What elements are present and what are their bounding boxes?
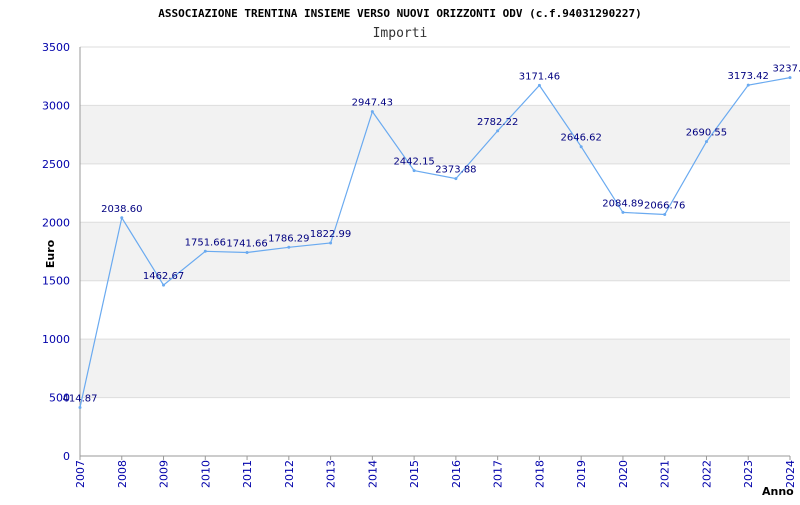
x-tick-label: 2024	[784, 460, 797, 488]
y-tick-label: 3000	[42, 99, 70, 112]
data-label: 2084.89	[602, 198, 643, 209]
data-label: 2066.76	[644, 200, 685, 211]
data-point	[329, 241, 332, 244]
x-tick-label: 2013	[325, 460, 338, 488]
data-label: 2947.43	[352, 98, 393, 109]
x-tick-label: 2020	[617, 460, 630, 488]
y-tick-label: 2500	[42, 158, 70, 171]
data-point	[621, 211, 624, 214]
x-tick-label: 2017	[492, 460, 505, 488]
y-tick-label: 2000	[42, 216, 70, 229]
data-point	[79, 406, 82, 409]
data-point	[413, 169, 416, 172]
data-label: 2782.22	[477, 117, 518, 128]
x-tick-label: 2023	[742, 460, 755, 488]
data-point	[246, 251, 249, 254]
data-point	[580, 145, 583, 148]
chart-container: 0500100015002000250030003500 20072008200…	[0, 0, 800, 500]
data-label: 3171.46	[519, 71, 560, 82]
y-tick-label: 3500	[42, 41, 70, 54]
data-point	[162, 284, 165, 287]
data-label: 2690.55	[686, 128, 727, 139]
y-tick-label: 1000	[42, 333, 70, 346]
grid-band	[80, 105, 790, 163]
y-tick-label: 1500	[42, 275, 70, 288]
grid-band	[80, 339, 790, 397]
data-point	[538, 84, 541, 87]
data-point	[789, 76, 792, 79]
x-tick-label: 2010	[199, 460, 212, 488]
data-point	[747, 84, 750, 87]
data-label: 1462.67	[143, 271, 184, 282]
x-tick-label: 2019	[575, 460, 588, 488]
data-label: 2442.15	[393, 157, 434, 168]
data-label: 3173.42	[728, 71, 769, 82]
data-point	[287, 246, 290, 249]
data-label: 2373.88	[435, 165, 476, 176]
data-label: 3237.9	[773, 64, 800, 75]
data-label: 414.87	[63, 394, 98, 405]
data-point	[454, 177, 457, 180]
data-point	[663, 213, 666, 216]
data-label: 1741.66	[226, 238, 267, 249]
data-label: 1786.29	[268, 233, 309, 244]
x-tick-labels: 2007 2008 2009 2010 2011 2012 2013 2014 2015 2016…	[74, 460, 797, 488]
data-label: 2646.62	[560, 133, 601, 144]
data-point	[371, 110, 374, 113]
data-label: 1822.99	[310, 229, 351, 240]
data-point	[120, 216, 123, 219]
x-tick-label: 2018	[533, 460, 546, 488]
data-point	[705, 140, 708, 143]
y-axis-label: Euro	[44, 239, 57, 268]
y-tick-label: 0	[63, 450, 70, 463]
x-tick-label: 2007	[74, 460, 87, 488]
x-tick-label: 2022	[700, 460, 713, 488]
x-tick-label: 2015	[408, 460, 421, 488]
grid-band	[80, 222, 790, 280]
x-tick-label: 2012	[283, 460, 296, 488]
data-label: 1751.66	[185, 237, 226, 248]
x-tick-label: 2008	[116, 460, 129, 488]
x-tick-label: 2011	[241, 460, 254, 488]
data-point	[496, 129, 499, 132]
data-point	[204, 250, 207, 253]
line-chart: 0500100015002000250030003500 20072008200…	[0, 0, 800, 500]
grid-bands	[80, 105, 790, 397]
chart-subtitle: Importi	[373, 26, 428, 41]
chart-title: ASSOCIAZIONE TRENTINA INSIEME VERSO NUOV…	[158, 7, 641, 20]
x-tick-label: 2009	[158, 460, 171, 488]
x-tick-label: 2021	[659, 460, 672, 488]
x-tick-label: 2014	[366, 460, 379, 488]
x-tick-label: 2016	[450, 460, 463, 488]
x-axis-label: Anno	[762, 485, 794, 498]
data-label: 2038.60	[101, 204, 142, 215]
